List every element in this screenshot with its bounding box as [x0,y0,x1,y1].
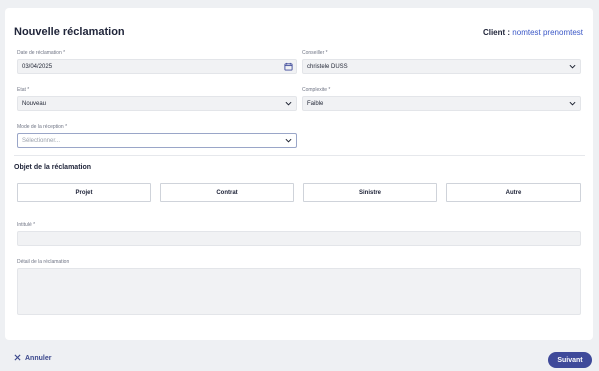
detail-textarea[interactable] [17,268,581,315]
date-value: 03/04/2025 [22,63,53,70]
complexite-value: Faible [307,100,324,107]
etat-value: Nouveau [22,100,47,107]
client-name[interactable]: nomtest prenomtest [512,28,583,37]
mode-placeholder: Sélectionner... [22,137,61,144]
calendar-icon[interactable] [283,62,293,72]
date-label: Date de réclamation * [17,50,66,56]
close-icon [14,354,21,363]
conseiller-value: christele DUSS [307,63,348,70]
form-card: Nouvelle réclamation Client : nomtest pr… [5,8,593,340]
chevron-down-icon [567,99,577,109]
objet-option-autre[interactable]: Autre [446,183,581,202]
etat-label: Etat * [17,87,30,93]
objet-title: Objet de la réclamation [14,164,92,171]
conseiller-label: Conseiller * [302,50,328,56]
cancel-button[interactable]: Annuler [14,354,51,363]
next-button[interactable]: Suivant [548,352,592,368]
client-label: Client : [482,28,511,37]
intitule-label: Intitulé * [17,222,36,228]
complexite-label: Complexite * [302,87,331,93]
chevron-down-icon [567,62,577,72]
objet-option-sinistre[interactable]: Sinistre [303,183,437,202]
chevron-down-icon [283,136,293,146]
cancel-label: Annuler [25,355,52,362]
complexite-select[interactable]: Faible [302,96,581,111]
conseiller-select[interactable]: christele DUSS [302,59,581,74]
mode-select[interactable]: Sélectionner... [17,133,297,148]
chevron-down-icon [283,99,293,109]
objet-option-projet[interactable]: Projet [17,183,151,202]
page-title: Nouvelle réclamation [14,26,125,38]
detail-label: Détail de la réclamation [17,259,70,265]
date-field[interactable]: 03/04/2025 [17,59,297,74]
objet-option-contrat[interactable]: Contrat [160,183,294,202]
etat-select[interactable]: Nouveau [17,96,297,111]
intitule-input[interactable] [17,231,581,246]
section-divider [14,155,585,156]
mode-label: Mode de la réception * [17,124,68,130]
client-info: Client : nomtest prenomtest [483,28,583,37]
